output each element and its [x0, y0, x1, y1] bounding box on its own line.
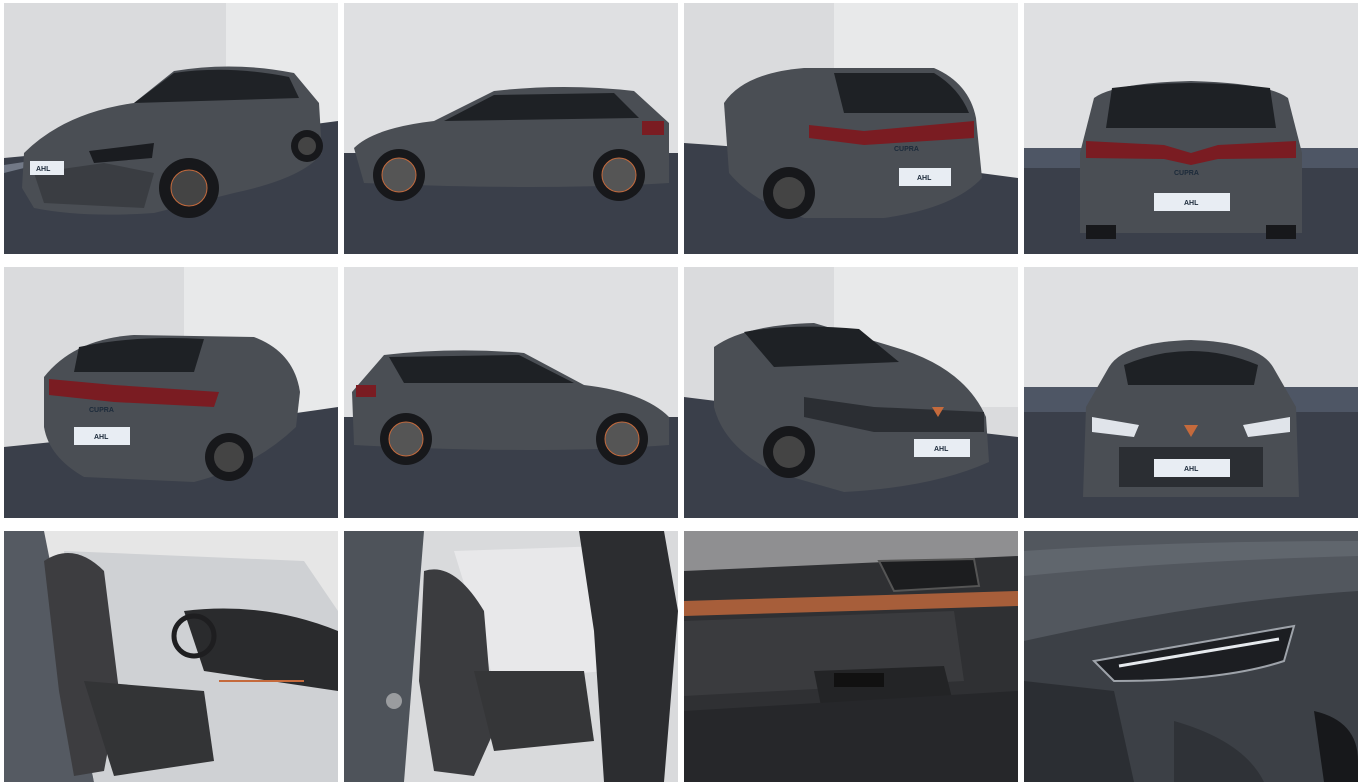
- car-rear-left-photo: AHL CUPRA: [684, 3, 1018, 254]
- license-plate: AHL: [94, 434, 109, 441]
- gallery-photo-8[interactable]: AHL: [1024, 267, 1358, 518]
- photo-gallery: AHL AHL CUPRA CUPRA AHL CUPRA AHL AHL AH…: [4, 3, 1358, 782]
- car-front-photo: AHL: [1024, 267, 1358, 518]
- gallery-photo-1[interactable]: AHL: [4, 3, 338, 254]
- gallery-photo-11[interactable]: [684, 531, 1018, 782]
- rear-badge: CUPRA: [1174, 170, 1199, 177]
- car-right-profile-photo: [344, 267, 678, 518]
- rear-badge: CUPRA: [89, 407, 114, 414]
- car-rear-left-raised-photo: CUPRA AHL: [4, 267, 338, 518]
- gallery-photo-3[interactable]: AHL CUPRA: [684, 3, 1018, 254]
- license-plate: AHL: [934, 446, 949, 453]
- license-plate: AHL: [917, 175, 932, 182]
- gallery-photo-2[interactable]: [344, 3, 678, 254]
- rear-badge: CUPRA: [894, 146, 919, 153]
- rear-seats-photo: [344, 531, 678, 782]
- car-rear-photo: CUPRA AHL: [1024, 3, 1358, 254]
- headlight-detail-photo: [1024, 531, 1358, 782]
- front-seats-photo: [4, 531, 338, 782]
- gallery-photo-9[interactable]: [4, 531, 338, 782]
- car-left-profile-photo: [344, 3, 678, 254]
- door-panel-photo: [684, 531, 1018, 782]
- car-front-right-photo: AHL: [684, 267, 1018, 518]
- gallery-photo-5[interactable]: CUPRA AHL: [4, 267, 338, 518]
- gallery-photo-4[interactable]: CUPRA AHL: [1024, 3, 1358, 254]
- license-plate: AHL: [36, 166, 51, 173]
- gallery-photo-7[interactable]: AHL: [684, 267, 1018, 518]
- license-plate: AHL: [1184, 466, 1199, 473]
- gallery-photo-6[interactable]: [344, 267, 678, 518]
- gallery-photo-12[interactable]: [1024, 531, 1358, 782]
- gallery-photo-10[interactable]: [344, 531, 678, 782]
- license-plate: AHL: [1184, 200, 1199, 207]
- car-front-left-photo: AHL: [4, 3, 338, 254]
